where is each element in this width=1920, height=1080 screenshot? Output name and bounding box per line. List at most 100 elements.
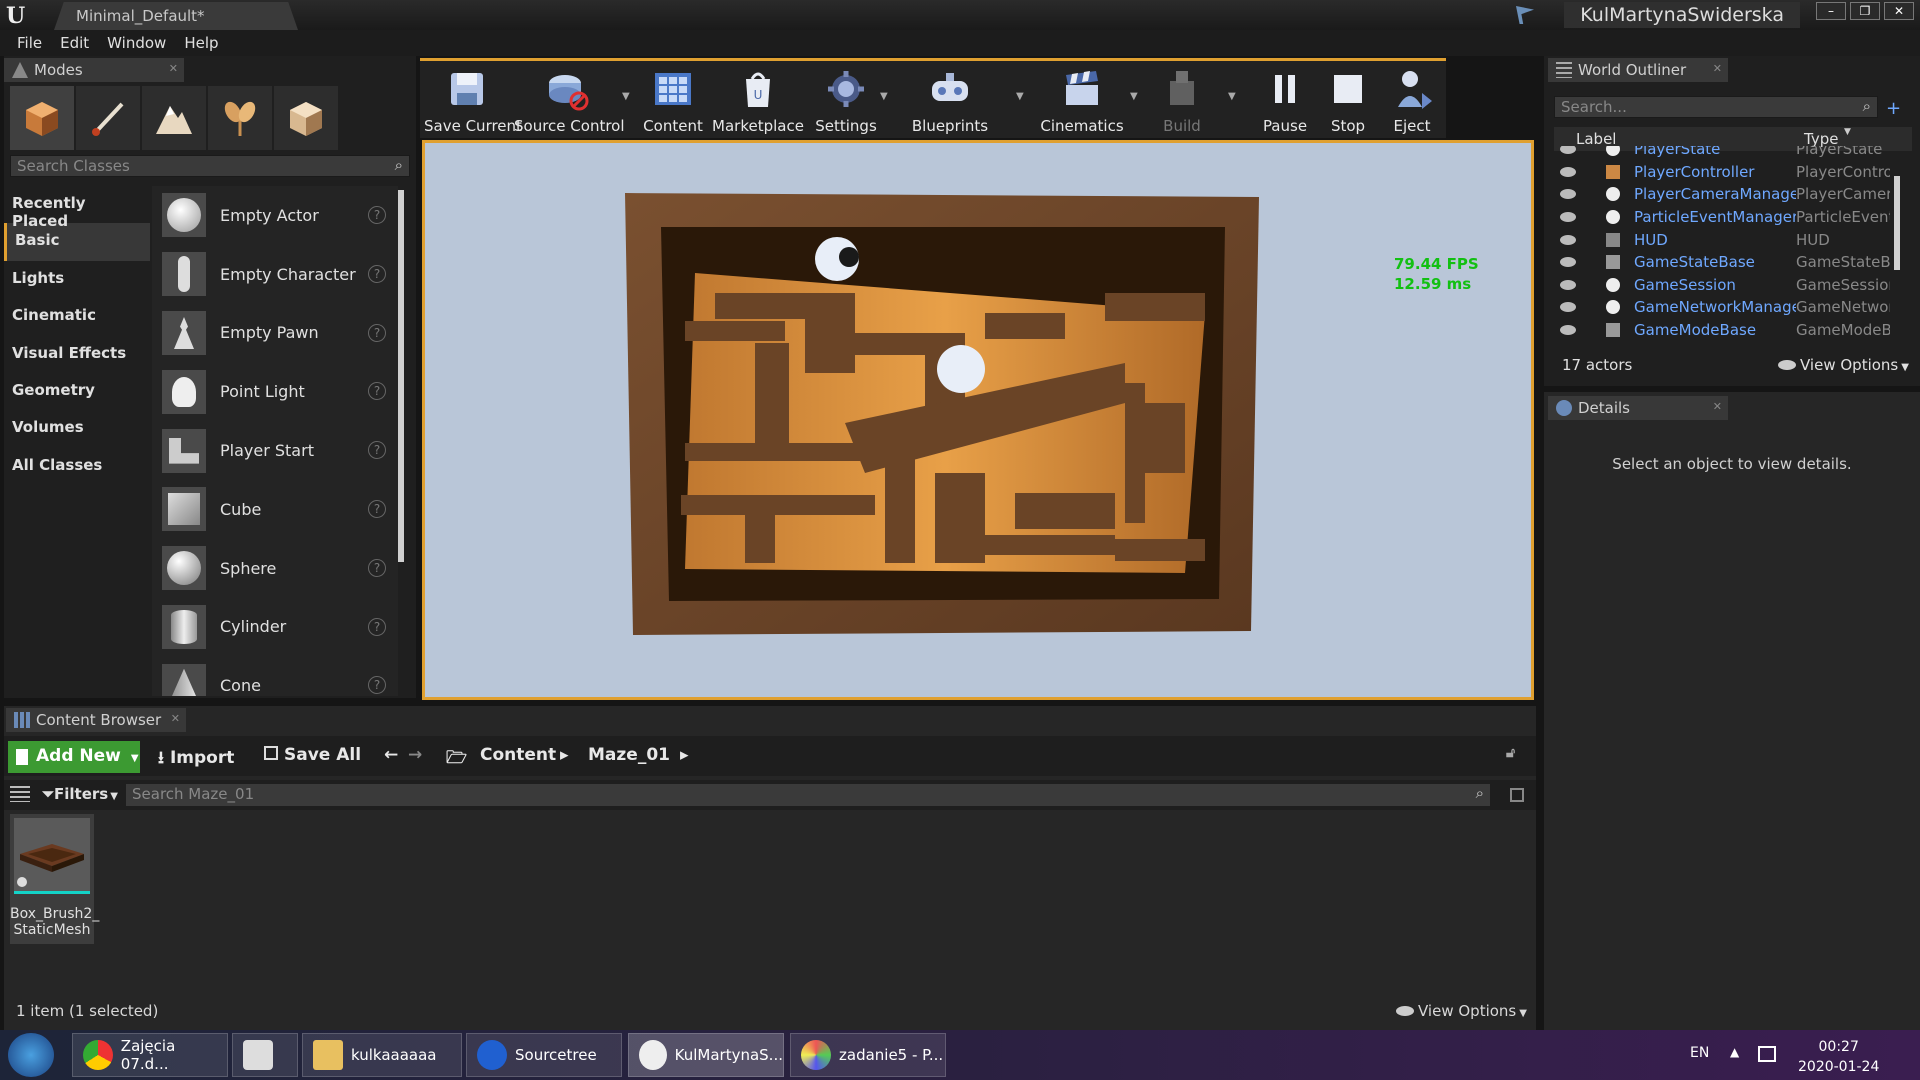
- save-search-icon[interactable]: [1510, 788, 1524, 802]
- tray-expand-icon[interactable]: ▲: [1730, 1045, 1739, 1059]
- content-view-options-button[interactable]: View Options ▼: [1396, 1002, 1527, 1020]
- outliner-row[interactable]: PlayerCameraManagerPlayerCamera: [1554, 183, 1900, 206]
- help-icon[interactable]: ?: [368, 558, 386, 577]
- blueprints-dropdown-icon[interactable]: ▼: [1016, 91, 1024, 102]
- sources-toggle-icon[interactable]: [10, 786, 30, 802]
- sort-icon[interactable]: ▼: [1844, 127, 1851, 137]
- breadcrumb-separator-icon[interactable]: ▸: [560, 745, 569, 765]
- landscape-mode-button[interactable]: [142, 86, 206, 150]
- save-all-button[interactable]: Save All: [264, 745, 361, 765]
- pause-button[interactable]: Pause: [1254, 61, 1316, 137]
- outliner-row[interactable]: HUD HUD: [1554, 228, 1900, 251]
- visibility-eye-icon[interactable]: [1560, 325, 1576, 336]
- taskbar-item-unreal[interactable]: KulMartynaS...: [628, 1033, 784, 1077]
- tab-close-icon[interactable]: ✕: [169, 62, 178, 75]
- network-icon[interactable]: [1758, 1046, 1776, 1062]
- document-tab[interactable]: Minimal_Default*: [54, 2, 298, 30]
- outliner-scrollbar[interactable]: [1894, 176, 1900, 270]
- menu-help[interactable]: Help: [175, 30, 227, 56]
- visibility-eye-icon[interactable]: [1560, 212, 1576, 223]
- marketplace-button[interactable]: U Marketplace: [710, 61, 806, 137]
- taskbar-item-app[interactable]: [232, 1033, 298, 1077]
- maximize-button[interactable]: ❐: [1850, 2, 1880, 20]
- back-arrow-icon[interactable]: ←: [384, 745, 398, 765]
- visibility-eye-icon[interactable]: [1560, 146, 1576, 155]
- outliner-row[interactable]: ParticleEventManager ParticleEvent: [1554, 206, 1900, 229]
- help-icon[interactable]: ?: [368, 499, 386, 518]
- category-all-classes[interactable]: All Classes: [4, 448, 150, 485]
- lock-icon[interactable]: 🔓︎: [1506, 745, 1515, 761]
- outliner-search-input[interactable]: Search... ⌕: [1554, 96, 1878, 118]
- geometry-mode-button[interactable]: [274, 86, 338, 150]
- category-geometry[interactable]: Geometry: [4, 373, 150, 410]
- place-mode-button[interactable]: [10, 86, 74, 150]
- outliner-row[interactable]: GameNetworkManager GameNetworl: [1554, 296, 1900, 319]
- visibility-eye-icon[interactable]: [1560, 234, 1576, 245]
- eject-button[interactable]: Eject: [1384, 61, 1440, 137]
- paint-mode-button[interactable]: [76, 86, 140, 150]
- content-button[interactable]: Content: [642, 61, 704, 137]
- content-search-input[interactable]: Search Maze_01 ⌕: [126, 784, 1490, 806]
- category-lights[interactable]: Lights: [4, 261, 150, 298]
- category-volumes[interactable]: Volumes: [4, 410, 150, 447]
- taskbar-item-chrome[interactable]: Zajęcia 07.d...: [72, 1033, 228, 1077]
- help-icon[interactable]: ?: [368, 264, 386, 283]
- menu-file[interactable]: File: [8, 30, 51, 56]
- help-icon[interactable]: ?: [368, 617, 386, 636]
- blueprints-button[interactable]: Blueprints: [900, 61, 1000, 137]
- visibility-eye-icon[interactable]: [1560, 257, 1576, 268]
- class-item-cylinder[interactable]: Cylinder?: [152, 598, 398, 657]
- visibility-eye-icon[interactable]: [1560, 189, 1576, 200]
- tab-close-icon[interactable]: ✕: [171, 712, 180, 725]
- outliner-row[interactable]: PlayerController PlayerContro: [1554, 161, 1900, 184]
- help-icon[interactable]: ?: [368, 206, 386, 224]
- taskbar-item-sourcetree[interactable]: Sourcetree: [466, 1033, 622, 1077]
- language-indicator[interactable]: EN: [1690, 1045, 1709, 1061]
- outliner-row[interactable]: GameModeBase GameModeBa: [1554, 319, 1900, 342]
- class-item-cube[interactable]: Cube?: [152, 480, 398, 539]
- start-button[interactable]: [8, 1033, 54, 1077]
- taskbar-item-paint[interactable]: zadanie5 - P...: [790, 1033, 946, 1077]
- add-actor-icon[interactable]: +: [1886, 98, 1901, 119]
- breadcrumb-content[interactable]: Content: [480, 745, 556, 765]
- taskbar-item-explorer[interactable]: kulkaaaaaa: [302, 1033, 462, 1077]
- stop-button[interactable]: Stop: [1322, 61, 1374, 137]
- help-icon[interactable]: ?: [368, 441, 386, 460]
- class-item-sphere[interactable]: Sphere?: [152, 539, 398, 598]
- class-item-empty-pawn[interactable]: Empty Pawn?: [152, 304, 398, 363]
- help-icon[interactable]: ?: [368, 323, 386, 342]
- visibility-eye-icon[interactable]: [1560, 302, 1576, 313]
- outliner-row[interactable]: GameStateBase GameStateBa: [1554, 251, 1900, 274]
- build-button[interactable]: Build: [1150, 61, 1214, 137]
- search-classes-input[interactable]: Search Classes ⌕: [10, 155, 410, 177]
- help-icon[interactable]: ?: [368, 382, 386, 401]
- source-control-button[interactable]: Source Control: [514, 61, 625, 137]
- class-item-cone[interactable]: Cone?: [152, 656, 398, 696]
- tab-modes[interactable]: Modes ✕: [4, 58, 184, 82]
- menu-window[interactable]: Window: [98, 30, 175, 56]
- build-dropdown-icon[interactable]: ▼: [1228, 91, 1236, 102]
- save-current-button[interactable]: Save Current: [424, 61, 522, 137]
- class-item-empty-actor[interactable]: Empty Actor?: [152, 186, 398, 245]
- minimize-button[interactable]: –: [1816, 2, 1846, 20]
- tab-close-icon[interactable]: ✕: [1713, 400, 1722, 413]
- source-control-dropdown-icon[interactable]: ▼: [622, 91, 630, 102]
- forward-arrow-icon[interactable]: →: [408, 745, 422, 765]
- cinematics-button[interactable]: Cinematics: [1036, 61, 1128, 137]
- tab-world-outliner[interactable]: World Outliner ✕: [1548, 58, 1728, 82]
- menu-edit[interactable]: Edit: [51, 30, 98, 56]
- settings-button[interactable]: Settings: [814, 61, 878, 137]
- breadcrumb-separator-icon[interactable]: ▸: [680, 745, 689, 765]
- import-button[interactable]: ⭳ Import: [158, 745, 234, 774]
- tab-close-icon[interactable]: ✕: [1713, 62, 1722, 75]
- outliner-view-options-button[interactable]: View Options ▼: [1778, 356, 1909, 374]
- system-clock[interactable]: 00:27 2020-01-24: [1798, 1037, 1879, 1077]
- visibility-eye-icon[interactable]: [1560, 166, 1576, 177]
- class-item-player-start[interactable]: Player Start?: [152, 421, 398, 480]
- category-cinematic[interactable]: Cinematic: [4, 298, 150, 335]
- tab-details[interactable]: Details ✕: [1548, 396, 1728, 420]
- breadcrumb-maze-01[interactable]: Maze_01: [588, 745, 670, 765]
- cinematics-dropdown-icon[interactable]: ▼: [1130, 91, 1138, 102]
- outliner-row[interactable]: GameSession GameSession: [1554, 274, 1900, 297]
- filters-button[interactable]: ⏷Filters ▼: [42, 785, 118, 803]
